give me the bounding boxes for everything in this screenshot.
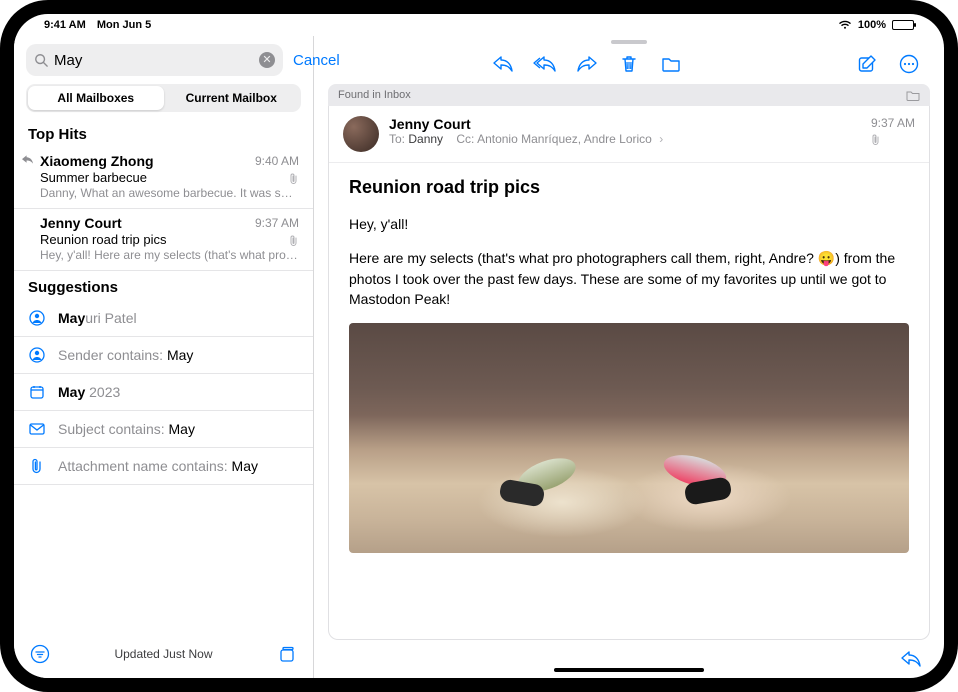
clear-search-button[interactable]: ✕ xyxy=(259,52,275,68)
attachment-icon xyxy=(871,134,915,146)
reply-button[interactable] xyxy=(486,49,520,79)
suggestion-person[interactable]: Mayuri Patel xyxy=(14,300,313,337)
home-indicator[interactable] xyxy=(554,668,704,672)
scope-segmented-control[interactable]: All Mailboxes Current Mailbox xyxy=(26,84,301,112)
reply-all-button[interactable] xyxy=(528,49,562,79)
search-input[interactable] xyxy=(54,52,253,69)
chevron-right-icon: › xyxy=(659,132,663,146)
hit-subject: Reunion road trip pics xyxy=(40,232,299,247)
compose-button[interactable] xyxy=(850,49,884,79)
message-image[interactable] xyxy=(349,323,909,553)
search-hit[interactable]: Jenny Court 9:37 AM Reunion road trip pi… xyxy=(14,209,313,271)
sidebar: ✕ Cancel All Mailboxes Current Mailbox T… xyxy=(14,36,314,678)
attachment-icon xyxy=(289,235,299,247)
scope-all-mailboxes[interactable]: All Mailboxes xyxy=(28,86,164,110)
battery-pct: 100% xyxy=(858,19,886,31)
compose-stack-button[interactable] xyxy=(277,644,297,664)
hit-subject: Summer barbecue xyxy=(40,170,299,185)
forward-button[interactable] xyxy=(570,49,604,79)
suggestion-text: Subject contains: May xyxy=(58,421,195,437)
status-bar: 9:41 AM Mon Jun 5 100% xyxy=(14,14,944,34)
search-hit[interactable]: Xiaomeng Zhong 9:40 AM Summer barbecue D… xyxy=(14,147,313,209)
from-name: Jenny Court xyxy=(389,116,861,132)
attachment-icon xyxy=(289,173,299,185)
search-icon xyxy=(34,53,48,67)
more-button[interactable] xyxy=(892,49,926,79)
status-time: 9:41 AM xyxy=(44,19,86,31)
reply-footer-button[interactable] xyxy=(900,650,922,668)
message-header[interactable]: Jenny Court To: Danny Cc: Antonio Manríq… xyxy=(329,106,929,163)
wifi-icon xyxy=(838,20,852,30)
trash-button[interactable] xyxy=(612,49,646,79)
calendar-icon xyxy=(28,384,46,400)
replied-icon xyxy=(22,155,33,165)
search-field[interactable]: ✕ xyxy=(26,44,283,76)
hit-preview: Danny, What an awesome barbecue. It was … xyxy=(40,186,299,200)
suggestion-subject-contains[interactable]: Subject contains: May xyxy=(14,411,313,448)
scope-current-mailbox[interactable]: Current Mailbox xyxy=(164,86,300,110)
message-pane: Found in Inbox Jenny Court To: Danny xyxy=(314,36,944,678)
suggestion-attachment-contains[interactable]: Attachment name contains: May xyxy=(14,448,313,485)
section-top-hits: Top Hits xyxy=(14,118,313,147)
move-button[interactable] xyxy=(654,49,688,79)
updated-status: Updated Just Now xyxy=(114,647,212,661)
suggestion-text: May 2023 xyxy=(58,384,120,400)
recipients-line[interactable]: To: Danny Cc: Antonio Manríquez, Andre L… xyxy=(389,132,861,146)
suggestion-sender-contains[interactable]: Sender contains: May xyxy=(14,337,313,374)
message-body[interactable]: Reunion road trip pics Hey, y'all! Here … xyxy=(329,163,929,567)
status-date: Mon Jun 5 xyxy=(97,19,151,31)
message-subject: Reunion road trip pics xyxy=(349,177,909,198)
found-in-banner[interactable]: Found in Inbox xyxy=(328,84,930,106)
hit-time: 9:37 AM xyxy=(255,216,299,230)
suggestion-text: Mayuri Patel xyxy=(58,310,137,326)
found-in-text: Found in Inbox xyxy=(338,89,411,101)
person-icon xyxy=(28,347,46,363)
mailbox-icon xyxy=(906,90,920,101)
paperclip-icon xyxy=(28,458,46,474)
suggestion-date[interactable]: May 2023 xyxy=(14,374,313,411)
hit-preview: Hey, y'all! Here are my selects (that's … xyxy=(40,248,299,262)
envelope-icon xyxy=(28,423,46,435)
toolbar xyxy=(314,44,944,84)
suggestion-text: Sender contains: May xyxy=(58,347,193,363)
message-paragraph: Here are my selects (that's what pro pho… xyxy=(349,248,909,309)
hit-time: 9:40 AM xyxy=(255,154,299,168)
message-paragraph: Hey, y'all! xyxy=(349,214,909,234)
person-icon xyxy=(28,310,46,326)
section-suggestions: Suggestions xyxy=(14,271,313,300)
message-time: 9:37 AM xyxy=(871,116,915,130)
battery-icon xyxy=(892,20,914,30)
filter-button[interactable] xyxy=(30,644,50,664)
suggestion-text: Attachment name contains: May xyxy=(58,458,258,474)
avatar xyxy=(343,116,379,152)
